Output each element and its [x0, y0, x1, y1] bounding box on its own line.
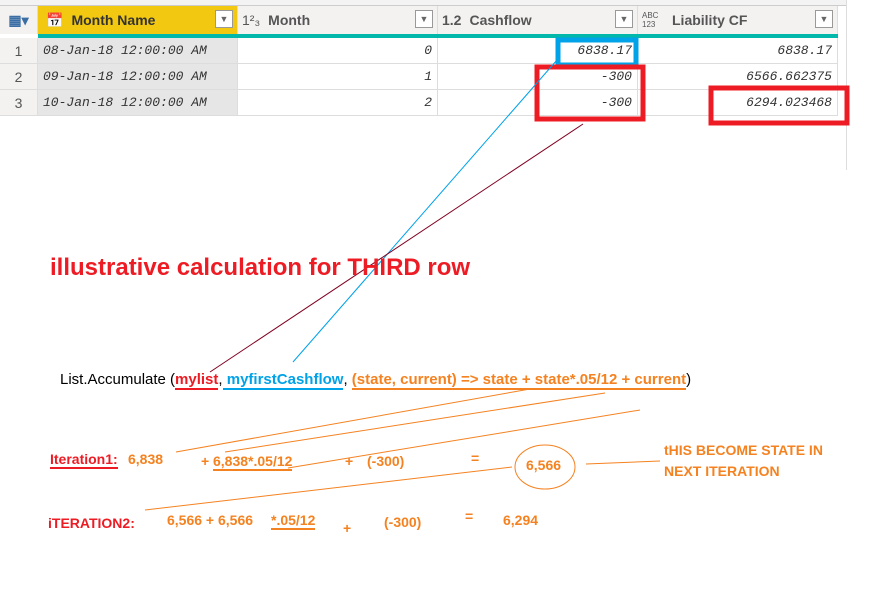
iteration1-interest: 6,838*.05/12 [213, 453, 293, 471]
plus-sign: + [345, 453, 354, 469]
equals-sign: = [471, 450, 480, 466]
connector-line [175, 388, 531, 453]
iteration2-expression: 6,566 + 6,566 [167, 512, 257, 528]
formula: List.Accumulate (mylist, myfirstCashflow… [60, 371, 692, 390]
connector-line [209, 123, 584, 373]
iteration2-interest: *.05/12 [271, 512, 316, 530]
highlight-box-first-cashflow [555, 37, 639, 68]
connector-line [224, 392, 606, 453]
iteration1-label: Iteration1: [50, 451, 118, 469]
iteration2-current: (-300) [384, 514, 422, 530]
iteration2-result: 6,294 [503, 512, 539, 528]
highlight-box-result [708, 85, 850, 126]
connector-line [292, 59, 558, 363]
iteration1-state: 6,838 [128, 451, 164, 467]
plus-sign: + [201, 453, 210, 469]
iteration1-result: 6,566 [526, 457, 562, 473]
connector-line [287, 409, 641, 469]
note-line1: tHIS BECOME STATE IN [664, 442, 823, 458]
formula-arg-list: mylist [175, 371, 219, 390]
annotation-title: illustrative calculation for THIRD row [50, 254, 471, 281]
annotation-overlay [144, 37, 850, 511]
connector-line [144, 466, 513, 511]
highlight-box-cashflows [534, 64, 646, 122]
iteration1-current: (-300) [367, 453, 405, 469]
connector-line [585, 460, 661, 465]
plus-sign: + [343, 520, 352, 536]
note-line2: NEXT ITERATION [664, 463, 780, 479]
formula-arg-accumulator: (state, current) => state + state*.05/12… [351, 371, 687, 390]
formula-arg-seed: myfirstCashflow [222, 371, 344, 390]
equals-sign: = [465, 508, 474, 524]
iteration2-label: iTERATION2: [48, 515, 135, 531]
